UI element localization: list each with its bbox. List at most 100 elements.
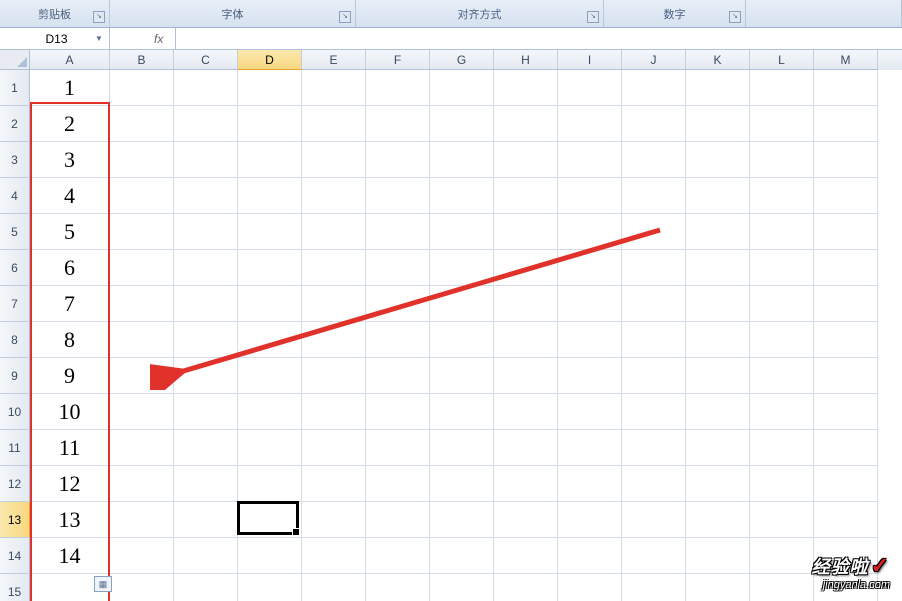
cell-E14[interactable]	[302, 538, 366, 574]
cell-G12[interactable]	[430, 466, 494, 502]
cell-C13[interactable]	[174, 502, 238, 538]
cell-C14[interactable]	[174, 538, 238, 574]
cell-E9[interactable]	[302, 358, 366, 394]
cell-B9[interactable]	[110, 358, 174, 394]
column-header-A[interactable]: A	[30, 50, 110, 70]
cell-L2[interactable]	[750, 106, 814, 142]
cell-B2[interactable]	[110, 106, 174, 142]
cell-D2[interactable]	[238, 106, 302, 142]
cell-D14[interactable]	[238, 538, 302, 574]
row-header-2[interactable]: 2	[0, 106, 30, 142]
cell-L10[interactable]	[750, 394, 814, 430]
cell-G14[interactable]	[430, 538, 494, 574]
cell-D8[interactable]	[238, 322, 302, 358]
cell-A2[interactable]: 2	[30, 106, 110, 142]
cell-L11[interactable]	[750, 430, 814, 466]
cell-I11[interactable]	[558, 430, 622, 466]
cell-H3[interactable]	[494, 142, 558, 178]
cell-E5[interactable]	[302, 214, 366, 250]
cell-I10[interactable]	[558, 394, 622, 430]
cell-J12[interactable]	[622, 466, 686, 502]
cell-B7[interactable]	[110, 286, 174, 322]
row-header-9[interactable]: 9	[0, 358, 30, 394]
row-header-12[interactable]: 12	[0, 466, 30, 502]
cell-C1[interactable]	[174, 70, 238, 106]
cell-L12[interactable]	[750, 466, 814, 502]
column-header-M[interactable]: M	[814, 50, 878, 70]
cell-I5[interactable]	[558, 214, 622, 250]
row-header-13[interactable]: 13	[0, 502, 30, 538]
cell-A11[interactable]: 11	[30, 430, 110, 466]
cell-B15[interactable]	[110, 574, 174, 601]
cell-D3[interactable]	[238, 142, 302, 178]
cell-K1[interactable]	[686, 70, 750, 106]
cell-J10[interactable]	[622, 394, 686, 430]
cell-E13[interactable]	[302, 502, 366, 538]
formula-input[interactable]	[175, 28, 902, 49]
cell-M14[interactable]	[814, 538, 878, 574]
select-all-button[interactable]	[0, 50, 30, 70]
column-header-C[interactable]: C	[174, 50, 238, 70]
cell-F10[interactable]	[366, 394, 430, 430]
cell-H2[interactable]	[494, 106, 558, 142]
cell-B4[interactable]	[110, 178, 174, 214]
cell-K3[interactable]	[686, 142, 750, 178]
cell-K12[interactable]	[686, 466, 750, 502]
cell-E7[interactable]	[302, 286, 366, 322]
cell-D6[interactable]	[238, 250, 302, 286]
cell-G6[interactable]	[430, 250, 494, 286]
column-header-E[interactable]: E	[302, 50, 366, 70]
cell-H7[interactable]	[494, 286, 558, 322]
row-header-6[interactable]: 6	[0, 250, 30, 286]
cell-I2[interactable]	[558, 106, 622, 142]
cell-K15[interactable]	[686, 574, 750, 601]
cell-D15[interactable]	[238, 574, 302, 601]
cell-B13[interactable]	[110, 502, 174, 538]
row-header-8[interactable]: 8	[0, 322, 30, 358]
cell-H13[interactable]	[494, 502, 558, 538]
dialog-launcher-icon[interactable]: ↘	[339, 11, 351, 23]
cell-L7[interactable]	[750, 286, 814, 322]
cell-M9[interactable]	[814, 358, 878, 394]
cell-G9[interactable]	[430, 358, 494, 394]
cell-C7[interactable]	[174, 286, 238, 322]
cell-D5[interactable]	[238, 214, 302, 250]
column-header-I[interactable]: I	[558, 50, 622, 70]
cell-F5[interactable]	[366, 214, 430, 250]
cell-M1[interactable]	[814, 70, 878, 106]
cell-G3[interactable]	[430, 142, 494, 178]
cell-F15[interactable]	[366, 574, 430, 601]
cell-I3[interactable]	[558, 142, 622, 178]
cell-K6[interactable]	[686, 250, 750, 286]
cell-M11[interactable]	[814, 430, 878, 466]
cell-K10[interactable]	[686, 394, 750, 430]
cell-K8[interactable]	[686, 322, 750, 358]
cell-L13[interactable]	[750, 502, 814, 538]
cell-F9[interactable]	[366, 358, 430, 394]
cell-D1[interactable]	[238, 70, 302, 106]
column-header-B[interactable]: B	[110, 50, 174, 70]
cell-F6[interactable]	[366, 250, 430, 286]
cell-E4[interactable]	[302, 178, 366, 214]
cell-L5[interactable]	[750, 214, 814, 250]
cell-M15[interactable]	[814, 574, 878, 601]
cell-E12[interactable]	[302, 466, 366, 502]
row-header-1[interactable]: 1	[0, 70, 30, 106]
name-box[interactable]: D13 ▼	[0, 28, 110, 49]
column-header-D[interactable]: D	[238, 50, 302, 70]
dialog-launcher-icon[interactable]: ↘	[729, 11, 741, 23]
cell-J14[interactable]	[622, 538, 686, 574]
cell-I4[interactable]	[558, 178, 622, 214]
cell-E15[interactable]	[302, 574, 366, 601]
cell-G8[interactable]	[430, 322, 494, 358]
cell-F13[interactable]	[366, 502, 430, 538]
cell-I8[interactable]	[558, 322, 622, 358]
name-box-dropdown-icon[interactable]: ▼	[91, 31, 107, 47]
cell-K14[interactable]	[686, 538, 750, 574]
cell-J15[interactable]	[622, 574, 686, 601]
cell-C9[interactable]	[174, 358, 238, 394]
cell-M3[interactable]	[814, 142, 878, 178]
cell-H14[interactable]	[494, 538, 558, 574]
cell-A1[interactable]: 1	[30, 70, 110, 106]
cell-B5[interactable]	[110, 214, 174, 250]
